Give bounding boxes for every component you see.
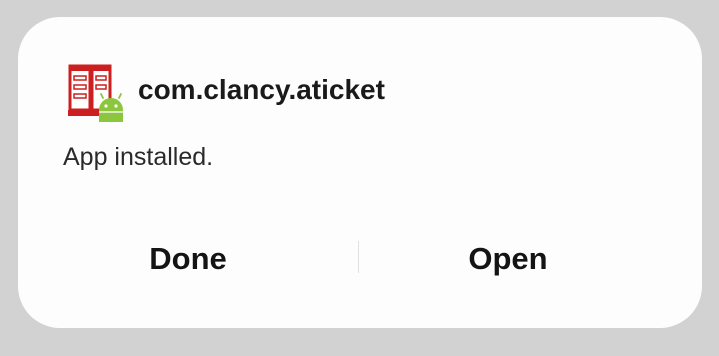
package-name: com.clancy.aticket xyxy=(138,74,385,105)
open-button[interactable]: Open xyxy=(358,227,658,291)
install-status-text: App installed. xyxy=(63,143,214,171)
app-icon xyxy=(66,63,126,123)
install-complete-dialog: com.clancy.aticket App installed. Done O… xyxy=(18,17,702,328)
done-button[interactable]: Done xyxy=(38,227,338,291)
android-icon xyxy=(99,93,123,122)
